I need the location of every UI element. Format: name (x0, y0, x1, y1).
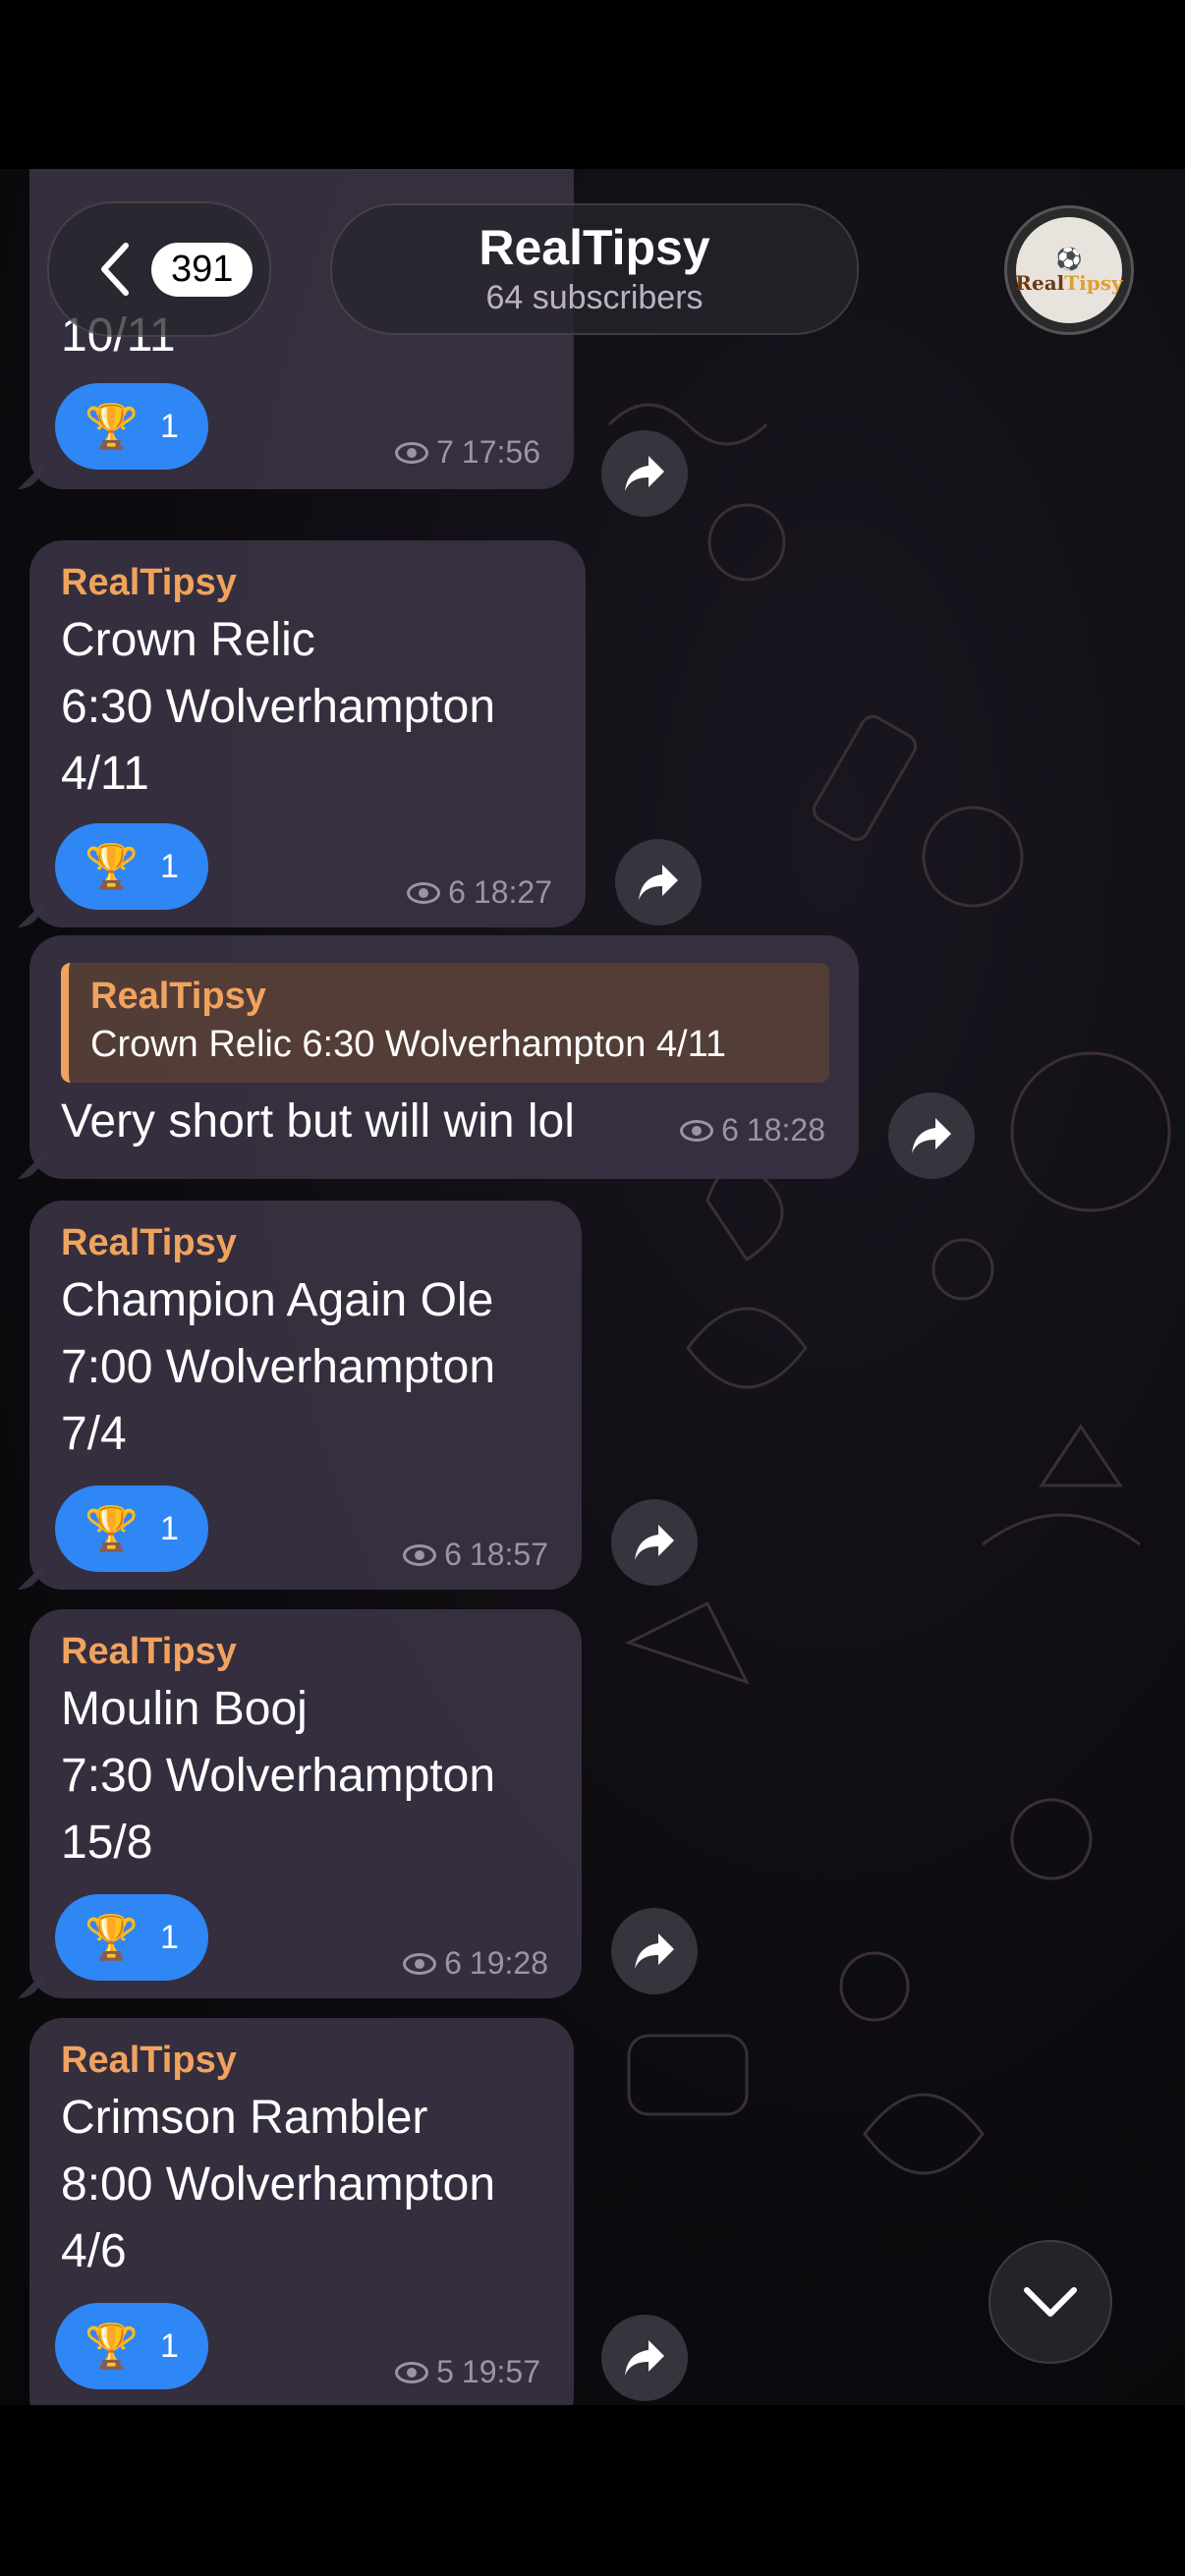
message-bubble[interactable]: RealTipsy Crown Relic 6:30 Wolverhampton… (29, 935, 859, 1179)
message-bubble[interactable]: RealTipsy Crown Relic 6:30 Wolverhampton… (29, 540, 586, 927)
sender-name: RealTipsy (61, 1631, 237, 1672)
message-time: 18:57 (469, 1537, 548, 1572)
reply-quote[interactable]: RealTipsy Crown Relic 6:30 Wolverhampton… (61, 963, 829, 1083)
message-meta: 6 18:27 (407, 874, 552, 911)
channel-title-pill[interactable]: RealTipsy 64 subscribers (330, 203, 859, 335)
channel-avatar[interactable]: ⚽ RealTipsy (1004, 205, 1134, 335)
reaction-count: 1 (159, 407, 179, 445)
eye-icon (403, 1543, 437, 1566)
view-count: 6 (448, 874, 466, 910)
message-bubble[interactable]: RealTipsy Moulin Booj 7:30 Wolverhampton… (29, 1609, 582, 1998)
sender-name: RealTipsy (61, 2040, 237, 2081)
trophy-icon: 🏆 (85, 843, 139, 891)
share-button[interactable] (611, 1908, 698, 1994)
share-arrow-icon (639, 865, 678, 900)
share-button[interactable] (601, 2315, 688, 2401)
eye-icon (395, 441, 429, 464)
share-button[interactable] (615, 839, 702, 925)
message-text: Crown Relic 6:30 Wolverhampton 4/11 (61, 614, 496, 800)
reply-sender: RealTipsy (90, 976, 266, 1017)
reaction-chip[interactable]: 🏆 1 (55, 823, 208, 910)
view-count: 5 (436, 2354, 454, 2389)
reaction-count: 1 (159, 2326, 179, 2365)
message-meta: 6 18:57 (403, 1537, 548, 1573)
share-arrow-icon (625, 456, 664, 491)
reaction-chip[interactable]: 🏆 1 (55, 1894, 208, 1981)
message-meta: 6 19:28 (403, 1945, 548, 1982)
share-button[interactable] (611, 1499, 698, 1586)
message-text: Moulin Booj 7:30 Wolverhampton 15/8 (61, 1683, 496, 1869)
message-text: Champion Again Ole 7:00 Wolverhampton 7/… (61, 1274, 496, 1460)
message-text: Crimson Rambler 8:00 Wolverhampton 4/6 (61, 2092, 496, 2277)
share-button[interactable] (888, 1092, 975, 1179)
message-meta: 7 17:56 (395, 434, 540, 471)
chevron-left-icon (101, 243, 129, 296)
message-time: 18:27 (473, 874, 552, 910)
chevron-down-icon (1024, 2287, 1077, 2317)
share-arrow-icon (635, 1933, 674, 1969)
message-time: 18:28 (746, 1112, 825, 1148)
eye-icon (395, 2361, 429, 2383)
reaction-count: 1 (159, 1918, 179, 1956)
channel-title: RealTipsy (479, 220, 710, 275)
share-arrow-icon (635, 1525, 674, 1560)
reaction-chip[interactable]: 🏆 1 (55, 383, 208, 470)
share-arrow-icon (625, 2340, 664, 2376)
chat-header: 391 RealTipsy 64 subscribers ⚽ RealTipsy (0, 201, 1185, 349)
reaction-count: 1 (159, 847, 179, 885)
trophy-icon: 🏆 (85, 403, 139, 451)
avatar-logo: ⚽ RealTipsy (1015, 217, 1123, 323)
share-arrow-icon (912, 1118, 951, 1153)
view-count: 6 (444, 1537, 462, 1572)
message-bubble[interactable]: RealTipsy Champion Again Ole 7:00 Wolver… (29, 1201, 582, 1590)
trophy-icon: 🏆 (85, 1914, 139, 1962)
message-meta: 5 19:57 (395, 2354, 540, 2390)
sender-name: RealTipsy (61, 562, 237, 603)
chat-area[interactable]: 10/11 🏆 1 7 17:56 RealTipsy Crown Relic … (0, 169, 1185, 2405)
view-count: 6 (721, 1112, 739, 1148)
message-bubble[interactable]: RealTipsy Crimson Rambler 8:00 Wolverham… (29, 2018, 574, 2405)
back-button[interactable]: 391 (47, 201, 271, 337)
unread-count-badge: 391 (151, 242, 254, 297)
trophy-icon: 🏆 (85, 2323, 139, 2371)
message-meta: 6 18:28 (680, 1112, 825, 1148)
message-time: 19:28 (469, 1945, 548, 1981)
eye-icon (403, 1952, 437, 1975)
reaction-count: 1 (159, 1509, 179, 1547)
reaction-chip[interactable]: 🏆 1 (55, 1485, 208, 1572)
scroll-to-bottom-button[interactable] (988, 2240, 1112, 2364)
eye-icon (407, 881, 441, 904)
subscriber-count: 64 subscribers (485, 279, 704, 316)
message-time: 17:56 (461, 434, 540, 470)
message-time: 19:57 (461, 2354, 540, 2389)
view-count: 7 (436, 434, 454, 470)
reply-text: Crown Relic 6:30 Wolverhampton 4/11 (90, 1024, 727, 1065)
share-button[interactable] (601, 430, 688, 517)
soccer-ball-icon: ⚽ (1055, 247, 1083, 271)
sender-name: RealTipsy (61, 1222, 237, 1263)
view-count: 6 (444, 1945, 462, 1981)
reaction-chip[interactable]: 🏆 1 (55, 2303, 208, 2389)
trophy-icon: 🏆 (85, 1505, 139, 1553)
avatar-logo-text: RealTipsy (1015, 271, 1123, 295)
eye-icon (680, 1119, 714, 1142)
